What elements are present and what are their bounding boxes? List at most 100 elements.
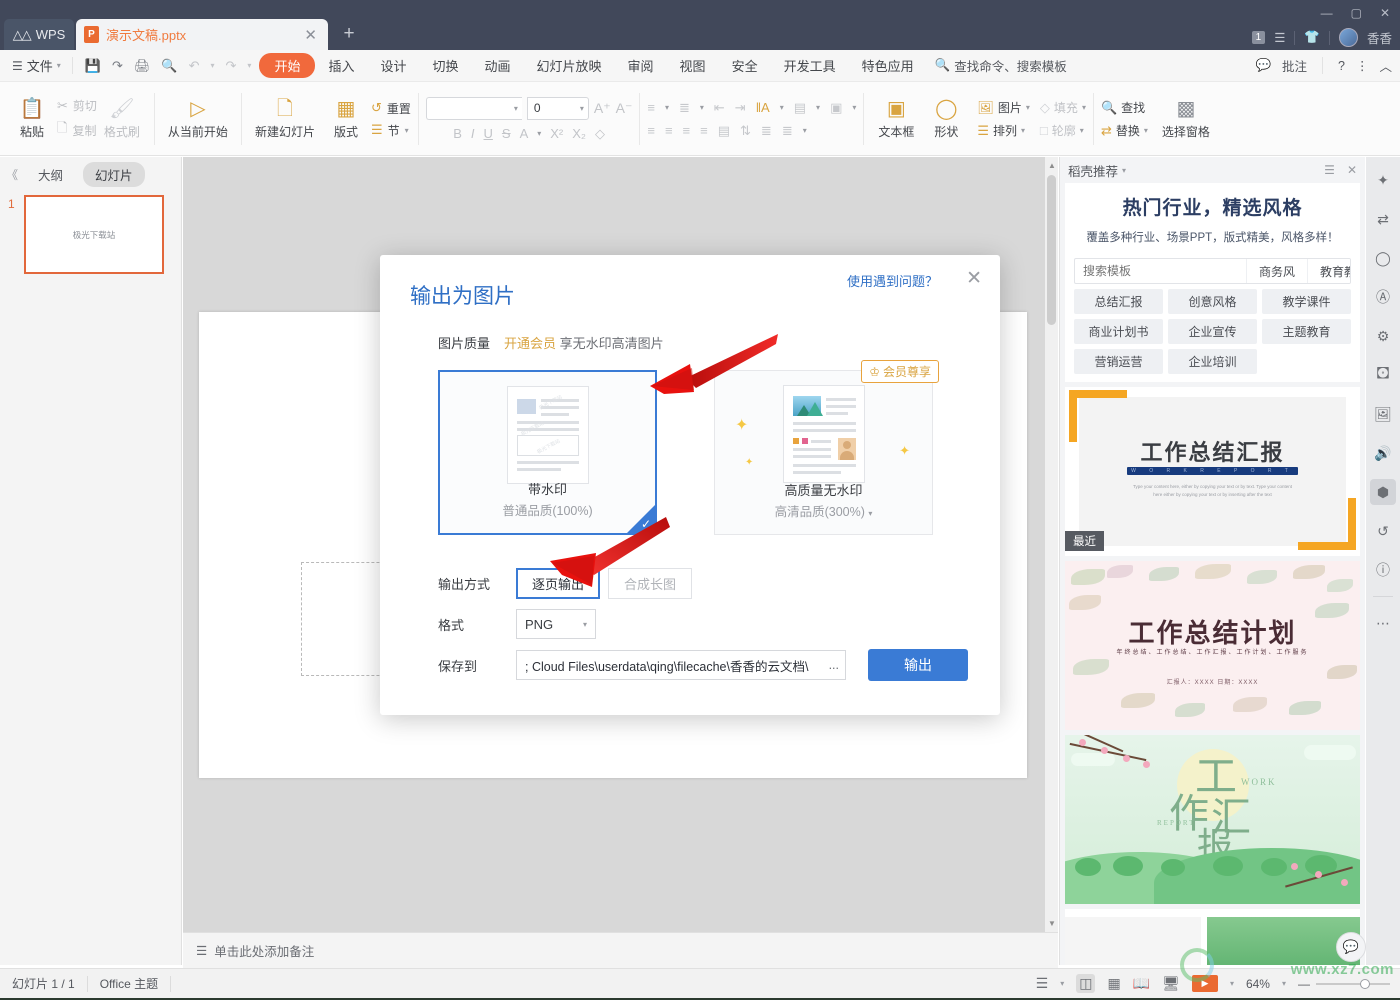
numbered-list-icon[interactable]: ≣ xyxy=(679,100,690,116)
font-color-button[interactable]: A xyxy=(520,126,529,141)
find-button[interactable]: 🔍 查找 xyxy=(1101,99,1148,116)
shapes-icon[interactable]: ◯ xyxy=(1370,245,1396,271)
paste-button[interactable]: 📋 粘贴 xyxy=(7,98,57,140)
increase-font-size-button[interactable]: A⁺ xyxy=(594,100,611,117)
workspace-vertical-scrollbar[interactable]: ▲ ▼ xyxy=(1045,157,1058,932)
justify-icon[interactable]: ≡ xyxy=(700,123,708,138)
more-options-icon[interactable]: ⋮ xyxy=(1356,58,1369,73)
command-search[interactable]: 🔍 查找命令、搜索模板 xyxy=(935,56,1067,75)
reading-view-icon[interactable]: 📖 xyxy=(1133,975,1150,992)
fill-button[interactable]: ◇ 填充 ▾ xyxy=(1040,99,1086,116)
skin-tshirt-icon[interactable]: 👕 xyxy=(1304,30,1320,45)
comment-label[interactable]: 批注 xyxy=(1282,56,1307,75)
chevron-down-icon[interactable]: ▾ xyxy=(803,126,807,135)
tab-slides[interactable]: 幻灯片 xyxy=(83,161,145,187)
align-right-icon[interactable]: ≡ xyxy=(683,123,691,138)
tag-summary-report[interactable]: 总结汇报 xyxy=(1074,289,1163,314)
close-tab-icon[interactable]: ✕ xyxy=(301,26,320,44)
undo-chevron-icon[interactable]: ▾ xyxy=(211,61,215,70)
quick-tag-education[interactable]: 教育教学 xyxy=(1307,259,1350,283)
increase-indent-icon[interactable]: ⇥ xyxy=(735,100,746,116)
slide-thumbnail[interactable]: 极光下载站 xyxy=(24,195,164,274)
presenter-view-icon[interactable]: 🖥 xyxy=(1162,975,1180,992)
ribbon-tab-review[interactable]: 审阅 xyxy=(615,53,667,78)
avatar[interactable] xyxy=(1338,28,1358,47)
new-tab-button[interactable]: + xyxy=(338,24,360,46)
shield-badge-icon[interactable]: ⬢ xyxy=(1370,479,1396,505)
output-mode-long-image-button[interactable]: 合成长图 xyxy=(608,568,692,599)
format-select[interactable]: PNG ▾ xyxy=(516,609,596,639)
decrease-indent-icon[interactable]: ⇤ xyxy=(714,100,725,116)
theme-label[interactable]: Office 主题 xyxy=(88,975,170,992)
save-as-icon[interactable]: ↷ xyxy=(112,58,123,74)
start-from-current-button[interactable]: ▷ 从当前开始 xyxy=(162,98,234,140)
chevron-down-icon[interactable]: ▾ xyxy=(1060,979,1064,988)
ribbon-tab-view[interactable]: 视图 xyxy=(667,53,719,78)
minimize-icon[interactable]: — xyxy=(1321,6,1333,20)
notes-pane[interactable]: ☰ 单击此处添加备注 xyxy=(183,932,1058,968)
save-icon[interactable]: 💾 xyxy=(85,58,101,74)
speaker-icon[interactable]: 🔊 xyxy=(1370,440,1396,466)
chevron-down-icon[interactable]: ▾ xyxy=(780,103,784,112)
scroll-up-icon[interactable]: ▲ xyxy=(1048,161,1056,170)
template-card-1[interactable]: 工作总结汇报 W O R K R E P O R T Type your con… xyxy=(1065,387,1360,556)
replace-button[interactable]: ⇄ 替换 ▾ xyxy=(1101,122,1148,139)
slide-sorter-icon[interactable]: ▦ xyxy=(1107,975,1120,992)
window-list-icon[interactable]: ☰ xyxy=(1274,30,1285,45)
reset-button[interactable]: ↺ 重置 xyxy=(371,100,411,117)
font-size-select[interactable]: 0 ▾ xyxy=(526,96,589,120)
tag-corporate-promo[interactable]: 企业宣传 xyxy=(1168,319,1257,344)
ribbon-tab-design[interactable]: 设计 xyxy=(367,53,419,78)
new-slide-button[interactable]: 🗋 新建幻灯片 xyxy=(249,98,321,140)
open-vip-link[interactable]: 开通会员 xyxy=(504,336,556,351)
textbox-button[interactable]: ▣ 文本框 xyxy=(871,98,921,140)
print-icon[interactable]: 🖨 xyxy=(134,58,151,74)
maximize-icon[interactable]: ▢ xyxy=(1351,6,1362,20)
customize-qat-icon[interactable]: ▾ xyxy=(247,61,251,70)
chevron-down-icon[interactable]: ▾ xyxy=(816,103,820,112)
magic-star-icon[interactable]: ✦ xyxy=(1370,167,1396,193)
align-left-icon[interactable]: ≡ xyxy=(647,123,655,138)
tag-theme-education[interactable]: 主题教育 xyxy=(1262,319,1351,344)
image-icon[interactable]: 🖼 xyxy=(1370,401,1396,427)
text-direction-icon[interactable]: ‖A xyxy=(756,100,770,115)
adjust-sliders-icon[interactable]: ⚙ xyxy=(1370,323,1396,349)
chevron-down-icon[interactable]: ▾ xyxy=(700,103,704,112)
file-menu-button[interactable]: ☰ 文件 ▾ xyxy=(0,56,68,75)
more-dots-icon[interactable]: ⋯ xyxy=(1370,610,1396,636)
align-center-icon[interactable]: ≡ xyxy=(665,123,673,138)
tag-teaching-courseware[interactable]: 教学课件 xyxy=(1262,289,1351,314)
save-to-path-input[interactable]: ; Cloud Files\userdata\qing\filecache\香香… xyxy=(516,650,846,680)
undo-icon[interactable]: ↶ xyxy=(189,58,200,74)
chevron-down-icon[interactable]: ▾ xyxy=(537,129,541,138)
export-button[interactable]: 输出 xyxy=(868,649,968,681)
format-painter-button[interactable]: 🖌 格式刷 xyxy=(97,98,147,140)
chevron-down-icon[interactable]: ▾ xyxy=(852,103,856,112)
scroll-down-icon[interactable]: ▼ xyxy=(1048,919,1056,928)
output-mode-per-page-button[interactable]: 逐页输出 xyxy=(516,568,600,599)
bullet-list-icon[interactable]: ≡ xyxy=(647,100,655,115)
arrange-button[interactable]: ☰ 排列 ▾ xyxy=(977,122,1030,139)
template-search-input[interactable] xyxy=(1075,264,1246,278)
quick-tag-business[interactable]: 商务风 xyxy=(1246,259,1308,283)
subscript-button[interactable]: X₂ xyxy=(572,126,586,141)
docer-panel-title[interactable]: 稻壳推荐 xyxy=(1068,161,1118,180)
document-tab[interactable]: P 演示文稿.pptx ✕ xyxy=(76,19,328,50)
chevron-down-icon[interactable]: ▾ xyxy=(868,509,872,518)
ribbon-tab-transition[interactable]: 切换 xyxy=(419,53,471,78)
ribbon-tab-insert[interactable]: 插入 xyxy=(315,53,367,78)
font-name-select[interactable]: ▾ xyxy=(425,96,522,120)
selection-pane-button[interactable]: ▩ 选择窗格 xyxy=(1156,98,1216,140)
zoom-track[interactable] xyxy=(1316,978,1390,989)
underline-button[interactable]: U xyxy=(484,126,493,141)
column-icon[interactable]: ≣ xyxy=(782,123,793,139)
ribbon-tab-animation[interactable]: 动画 xyxy=(472,53,524,78)
cut-button[interactable]: ✂ 剪切 xyxy=(57,97,97,114)
zoom-out-button[interactable]: — xyxy=(1298,977,1310,991)
outline-button[interactable]: □ 轮廓 ▾ xyxy=(1040,122,1086,139)
line-spacing-icon[interactable]: ⇅ xyxy=(740,123,751,139)
paragraph-spacing-icon[interactable]: ≣ xyxy=(761,123,772,139)
normal-view-icon[interactable]: ◫ xyxy=(1076,974,1096,993)
transition-icon[interactable]: ⇄ xyxy=(1370,206,1396,232)
superscript-button[interactable]: X² xyxy=(550,126,563,141)
